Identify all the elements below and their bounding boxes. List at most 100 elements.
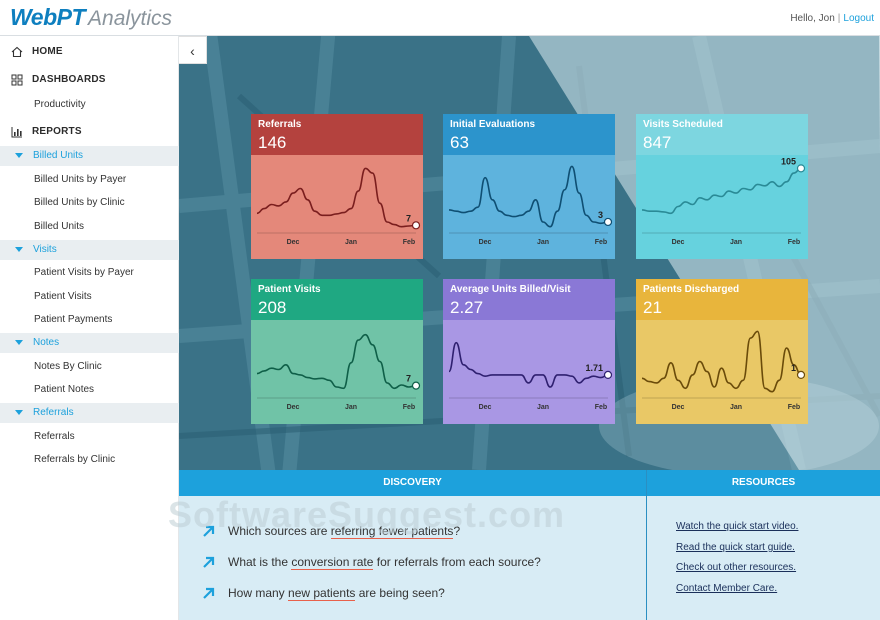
sidebar-item-reports[interactable]: REPORTS xyxy=(0,121,179,143)
dashboard-area: Referrals 146 7 Dec Jan Feb Initial Evaluation… xyxy=(179,36,880,470)
sparkline-tick-label: Jan xyxy=(537,239,549,246)
kpi-card[interactable]: Initial Evaluations 63 3 Dec Jan Feb xyxy=(443,114,615,259)
sparkline-tick-label: Feb xyxy=(403,239,415,246)
dashboard-grid-icon xyxy=(11,74,23,86)
kpi-value: 2.27 xyxy=(450,298,484,317)
sparkline-tick-label: Feb xyxy=(403,404,415,411)
kpi-card[interactable]: Average Units Billed/Visit 2.27 1.71 Dec Jan… xyxy=(443,279,615,424)
sidebar-item-dashboards[interactable]: DASHBOARDS xyxy=(0,69,179,91)
arrow-up-right-icon xyxy=(203,556,215,568)
user-separator: | xyxy=(837,13,841,24)
kpi-title: Referrals xyxy=(258,119,302,130)
sparkline-endpoint xyxy=(796,164,806,173)
kpi-card-header: Initial Evaluations 63 xyxy=(443,114,615,155)
question-text: How many xyxy=(228,586,289,600)
sparkline-tick-label: Dec xyxy=(672,404,685,411)
section-label: Notes xyxy=(33,337,60,348)
sparkline-tick-label: Jan xyxy=(730,239,742,246)
kpi-card[interactable]: Patients Discharged 21 1 Dec Jan Feb xyxy=(636,279,808,424)
sparkline-tick-label: Dec xyxy=(479,404,492,411)
kpi-title: Average Units Billed/Visit xyxy=(450,284,571,295)
sparkline-chart: 7 Dec Jan Feb xyxy=(256,333,421,411)
kpi-card[interactable]: Referrals 146 7 Dec Jan Feb xyxy=(251,114,423,259)
kpi-card[interactable]: Visits Scheduled 847 105 Dec Jan Feb xyxy=(636,114,808,259)
sparkline-tick-label: Feb xyxy=(595,404,607,411)
sidebar-item-productivity[interactable]: Productivity xyxy=(34,99,86,110)
quick-start-video-link[interactable]: Watch the quick start video. xyxy=(676,521,798,532)
sidebar-dashboards-label: DASHBOARDS xyxy=(32,74,106,85)
sparkline-series xyxy=(256,167,417,228)
logo-product: Analytics xyxy=(88,7,173,30)
kpi-value: 208 xyxy=(258,298,287,317)
sparkline-last-label: 1.71 xyxy=(585,363,603,373)
sidebar-item-referrals[interactable]: Referrals xyxy=(34,431,75,442)
chevron-left-icon: ‹ xyxy=(190,43,195,59)
sidebar-item-billed-units[interactable]: Billed Units xyxy=(34,221,84,232)
sidebar-item-referrals-by-clinic[interactable]: Referrals by Clinic xyxy=(34,454,115,465)
greeting: Hello, Jon xyxy=(790,13,835,24)
sparkline-tick-label: Jan xyxy=(730,404,742,411)
sparkline-chart: 1.71 Dec Jan Feb xyxy=(448,341,613,411)
section-notes[interactable]: Notes xyxy=(0,333,179,353)
sparkline-tick-label: Dec xyxy=(287,239,300,246)
arrow-up-right-icon xyxy=(203,587,215,599)
kpi-card-header: Average Units Billed/Visit 2.27 xyxy=(443,279,615,320)
sparkline-endpoint xyxy=(411,381,421,390)
kpi-value: 63 xyxy=(450,133,469,152)
sparkline-tick-label: Feb xyxy=(788,239,800,246)
sidebar-item-patient-visits[interactable]: Patient Visits xyxy=(34,291,92,302)
sparkline-tick-label: Feb xyxy=(595,239,607,246)
discovery-panel: DISCOVERY Which sources are referring fe… xyxy=(179,470,646,620)
discovery-heading: DISCOVERY xyxy=(179,470,646,496)
sparkline-series xyxy=(448,341,609,388)
sidebar-item-notes-by-clinic[interactable]: Notes By Clinic xyxy=(34,361,102,372)
section-referrals[interactable]: Referrals xyxy=(0,403,179,423)
sidebar-reports-label: REPORTS xyxy=(32,126,82,137)
section-visits[interactable]: Visits xyxy=(0,240,179,260)
sparkline-last-label: 105 xyxy=(781,156,796,166)
chevron-down-icon xyxy=(15,410,23,415)
sparkline-last-label: 1 xyxy=(791,363,796,373)
sparkline-last-label: 3 xyxy=(598,210,603,220)
home-icon xyxy=(11,46,23,58)
kpi-value: 21 xyxy=(643,298,662,317)
sidebar: HOME DASHBOARDS Productivity REPORTS Bil… xyxy=(0,36,179,620)
sparkline-tick-label: Jan xyxy=(345,404,357,411)
sparkline-last-label: 7 xyxy=(406,213,411,223)
section-label: Billed Units xyxy=(33,150,84,161)
contact-member-care-link[interactable]: Contact Member Care. xyxy=(676,583,777,594)
sidebar-item-home[interactable]: HOME xyxy=(0,41,179,63)
sparkline-series xyxy=(256,333,417,390)
kpi-value: 146 xyxy=(258,133,287,152)
question-text: ? xyxy=(453,524,461,538)
chevron-down-icon xyxy=(15,153,23,158)
sparkline-chart: 3 Dec Jan Feb xyxy=(448,165,613,246)
kpi-card[interactable]: Patient Visits 208 7 Dec Jan Feb xyxy=(251,279,423,424)
user-bar: Hello, Jon | Logout xyxy=(790,13,874,24)
sidebar-item-patient-notes[interactable]: Patient Notes xyxy=(34,384,94,395)
collapse-sidebar-button[interactable]: ‹ xyxy=(179,36,207,64)
sparkline-series xyxy=(641,330,802,393)
app-logo[interactable]: WebPT Analytics xyxy=(10,4,172,32)
resources-heading: RESOURCES xyxy=(647,470,880,496)
question-keyword: new patients xyxy=(288,586,356,601)
kpi-title: Initial Evaluations xyxy=(450,119,536,130)
section-label: Referrals xyxy=(33,407,74,418)
sidebar-item-patient-payments[interactable]: Patient Payments xyxy=(34,314,112,325)
chevron-down-icon xyxy=(15,340,23,345)
logout-link[interactable]: Logout xyxy=(843,13,874,24)
section-label: Visits xyxy=(33,244,57,255)
sparkline-chart: 1 Dec Jan Feb xyxy=(641,330,806,411)
kpi-card-header: Visits Scheduled 847 xyxy=(636,114,808,155)
kpi-title: Patients Discharged xyxy=(643,284,740,295)
sidebar-item-billed-units-by-clinic[interactable]: Billed Units by Clinic xyxy=(34,197,125,208)
sparkline-tick-label: Feb xyxy=(788,404,800,411)
quick-start-guide-link[interactable]: Read the quick start guide. xyxy=(676,542,795,553)
sidebar-item-patient-visits-by-payer[interactable]: Patient Visits by Payer xyxy=(34,267,134,278)
section-billed-units[interactable]: Billed Units xyxy=(0,146,179,166)
other-resources-link[interactable]: Check out other resources. xyxy=(676,562,796,573)
arrow-up-right-icon xyxy=(203,525,215,537)
kpi-title: Patient Visits xyxy=(258,284,321,295)
kpi-title: Visits Scheduled xyxy=(643,119,723,130)
sidebar-item-billed-units-by-payer[interactable]: Billed Units by Payer xyxy=(34,174,126,185)
